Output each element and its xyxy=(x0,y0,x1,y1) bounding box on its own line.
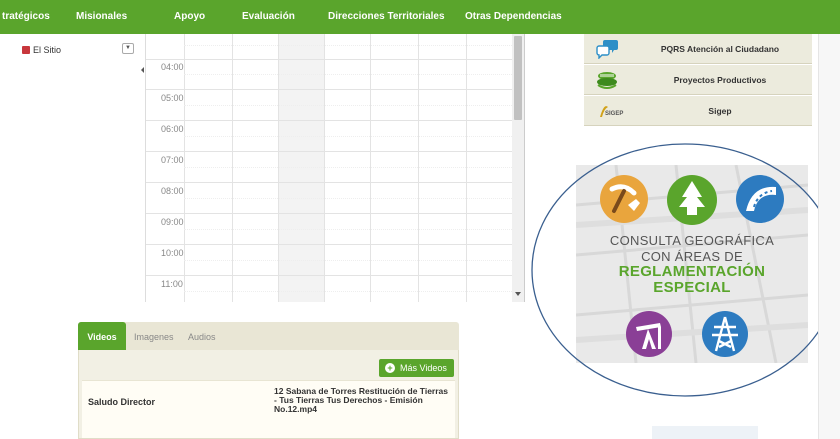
media-item-file[interactable]: 12 Sabana de Torres Restitución de Tierr… xyxy=(274,387,449,414)
calendar-color-swatch xyxy=(22,46,30,54)
calendar-half-hour-line xyxy=(184,260,514,261)
time-label: 06:00 xyxy=(161,124,184,134)
time-label: 04:00 xyxy=(161,62,184,72)
bottom-panel xyxy=(652,426,758,439)
calendar-half-hour-line xyxy=(184,167,514,168)
calendar-half-hour-line xyxy=(184,105,514,106)
calendar-half-hour-line xyxy=(184,229,514,230)
time-label: 05:00 xyxy=(161,93,184,103)
time-label: 07:00 xyxy=(161,155,184,165)
nav-item-misionales[interactable]: Misionales xyxy=(76,11,127,22)
collapse-arrow-icon[interactable] xyxy=(141,67,144,73)
nav-item-estrategicos[interactable]: tratégicos xyxy=(2,11,50,22)
calendar-hour-line xyxy=(146,244,516,245)
plus-icon: + xyxy=(385,363,395,373)
scrollbar-thumb[interactable] xyxy=(514,36,522,120)
calendar-hour-line xyxy=(146,59,516,60)
calendar-filter[interactable]: El Sitio ▼ xyxy=(22,42,134,58)
more-videos-button[interactable]: + Más Videos xyxy=(379,359,454,377)
media-item-title[interactable]: Saludo Director xyxy=(88,397,155,407)
calendar-hour-line xyxy=(146,182,516,183)
top-nav-bar: tratégicos Misionales Apoyo Evaluación D… xyxy=(0,0,840,34)
media-panel: + Más Videos Saludo Director 12 Sabana d… xyxy=(78,350,459,439)
calendar-hour-line xyxy=(146,213,516,214)
time-label: 11:00 xyxy=(161,279,183,289)
quick-link-sigep[interactable]: SIGEP Sigep xyxy=(584,96,812,126)
sigep-logo-icon: SIGEP xyxy=(600,106,623,117)
nav-item-evaluacion[interactable]: Evaluación xyxy=(242,11,295,22)
calendar-hour-line xyxy=(146,89,516,90)
time-label: 09:00 xyxy=(161,217,184,227)
media-tabs: Videos Imagenes Audios xyxy=(78,322,459,350)
productive-projects-icon xyxy=(597,72,617,89)
calendar-hour-line xyxy=(146,120,516,121)
calendar-half-hour-line xyxy=(184,291,514,292)
chevron-down-icon[interactable]: ▼ xyxy=(122,43,134,54)
calendar-hour-line xyxy=(146,151,516,152)
tab-imagenes[interactable]: Imagenes xyxy=(134,322,174,350)
quick-link-label: Proyectos Productivos xyxy=(673,75,767,85)
svg-text:SIGEP: SIGEP xyxy=(605,111,623,117)
nav-item-apoyo[interactable]: Apoyo xyxy=(174,11,205,22)
tab-videos[interactable]: Videos xyxy=(78,322,126,350)
calendar-hour-line xyxy=(146,275,516,276)
chat-bubbles-icon xyxy=(596,40,618,59)
more-videos-label: Más Videos xyxy=(400,363,447,373)
calendar-scrollbar[interactable] xyxy=(512,34,524,302)
quick-link-label: PQRS Atención al Ciudadano xyxy=(660,44,780,54)
time-label: 08:00 xyxy=(161,186,184,196)
quick-link-label: Sigep xyxy=(708,106,732,116)
right-page-edge xyxy=(818,34,840,439)
media-list: Saludo Director 12 Sabana de Torres Rest… xyxy=(82,380,455,438)
calendar-half-hour-line xyxy=(184,198,514,199)
nav-item-otras-dependencias[interactable]: Otras Dependencias xyxy=(465,11,562,22)
calendar-half-hour-line xyxy=(184,45,514,46)
calendar-day-grid[interactable]: 04:00 05:00 06:00 07:00 08:00 09:00 10:0… xyxy=(145,34,525,302)
scroll-down-arrow-icon[interactable] xyxy=(515,292,521,296)
highlight-ellipse xyxy=(531,143,839,397)
nav-item-direcciones-territoriales[interactable]: Direcciones Territoriales xyxy=(328,11,445,22)
tab-audios[interactable]: Audios xyxy=(188,322,216,350)
calendar-half-hour-line xyxy=(184,136,514,137)
calendar-filter-label: El Sitio xyxy=(33,45,62,55)
calendar-half-hour-line xyxy=(184,74,514,75)
time-label: 10:00 xyxy=(161,248,184,258)
quick-link-proyectos-productivos[interactable]: Proyectos Productivos xyxy=(584,65,812,95)
quick-link-pqrs[interactable]: PQRS Atención al Ciudadano xyxy=(584,34,812,64)
